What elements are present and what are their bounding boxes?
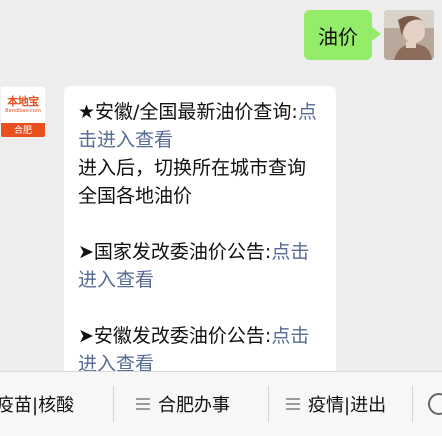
bendibao-logo: 本地宝 Bendibao.com	[1, 87, 45, 123]
submenu-lines-icon	[136, 395, 150, 413]
outgoing-message-text: 油价	[318, 24, 358, 49]
user-avatar-image	[384, 10, 434, 60]
incoming-message-bubble: ★安徽/全国最新油价查询:点击进入查看 进入后，切换所在城市查询全国各地油价 ➤…	[64, 86, 336, 406]
national-ndrc-paragraph: ➤国家发改委油价公告:点击进入查看	[78, 238, 322, 294]
emoji-icon	[428, 393, 442, 415]
anhui-ndrc-text: ➤安徽发改委油价公告:	[78, 325, 272, 347]
menu-item-label: 合肥办事	[158, 395, 230, 416]
bendibao-domain-text: Bendibao.com	[5, 107, 41, 114]
bendibao-avatar[interactable]: 本地宝 Bendibao.com 合肥	[0, 86, 46, 138]
menu-divider	[268, 386, 269, 422]
menu-item-epidemic-travel[interactable]: 疫情|进出	[286, 372, 386, 436]
menu-divider	[113, 386, 114, 422]
bendibao-brand-text: 本地宝	[7, 94, 39, 108]
bottom-menu-bar: 疫苗|核酸 合肥办事 疫情|进出	[0, 371, 442, 436]
user-avatar[interactable]	[384, 10, 434, 60]
menu-divider	[412, 386, 413, 422]
national-ndrc-text: ➤国家发改委油价公告:	[78, 241, 272, 263]
submenu-lines-icon	[286, 395, 300, 413]
menu-item-label: 疫苗|核酸	[0, 395, 75, 416]
outgoing-message-row: 油价	[304, 10, 434, 60]
incoming-message-row: 本地宝 Bendibao.com 合肥 ★安徽/全国最新油价查询:点击进入查看 …	[0, 86, 336, 406]
menu-item-label: 疫情|进出	[308, 395, 387, 416]
menu-item-emoji-partial[interactable]	[428, 372, 442, 436]
bendibao-city-label: 合肥	[1, 123, 45, 137]
anhui-ndrc-paragraph: ➤安徽发改委油价公告:点击进入查看	[78, 322, 322, 378]
oil-price-query-text: ★安徽/全国最新油价查询:	[78, 101, 298, 123]
menu-item-hefei-affairs[interactable]: 合肥办事	[136, 372, 230, 436]
oil-price-query-paragraph: ★安徽/全国最新油价查询:点击进入查看	[78, 98, 322, 154]
menu-item-vaccine-test[interactable]: 疫苗|核酸	[0, 372, 74, 436]
switch-city-note: 进入后，切换所在城市查询全国各地油价	[78, 157, 307, 207]
outgoing-message-bubble[interactable]: 油价	[304, 10, 381, 60]
